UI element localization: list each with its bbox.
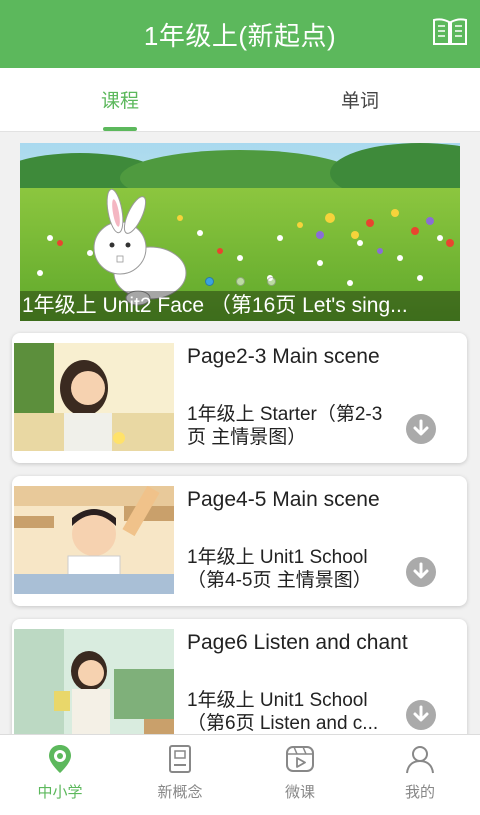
nav-item-new-concept[interactable]: 新概念 (120, 735, 240, 815)
user-icon (406, 746, 434, 774)
lesson-card[interactable]: Page6 Listen and chant 1年级上 Unit1 School… (12, 619, 467, 749)
book-icon (169, 745, 191, 773)
nav-item-micro-course[interactable]: 微课 (240, 735, 360, 815)
lesson-title: Page2-3 Main scene (187, 345, 380, 368)
lesson-subtitle: 1年级上 Unit1 School （第4-5页 主情景图） (187, 547, 372, 591)
lesson-title: Page6 Listen and chant (187, 631, 408, 654)
carousel-dot[interactable] (266, 277, 276, 286)
lesson-card[interactable]: Page2-3 Main scene 1年级上 Starter（第2-3页 主情… (12, 333, 467, 463)
lesson-subtitle: 1年级上 Unit1 School （第6页 Listen and c... (187, 690, 379, 734)
nav-label: 新概念 (157, 784, 203, 801)
carousel-dot[interactable] (204, 277, 214, 286)
book-icon[interactable] (432, 16, 468, 48)
lesson-subtitle: 1年级上 Starter（第2-3页 主情景图） (187, 404, 383, 448)
video-icon (286, 746, 314, 772)
tab-courses[interactable]: 课程 (0, 68, 240, 131)
download-icon[interactable] (405, 413, 437, 445)
nav-item-mine[interactable]: 我的 (360, 735, 480, 815)
lesson-thumbnail (14, 343, 174, 451)
location-badge-icon (49, 745, 71, 773)
carousel-dot[interactable] (235, 277, 245, 286)
carousel-indicator (20, 277, 460, 286)
download-icon[interactable] (405, 556, 437, 588)
nav-label: 我的 (404, 784, 435, 801)
download-icon[interactable] (405, 699, 437, 731)
banner-caption: 1年级上 Unit2 Face （第16页 Let's sing... (20, 291, 460, 321)
tab-bar: 课程 单词 (0, 68, 480, 132)
bottom-nav: 中小学 新概念 微课 我的 (0, 734, 480, 815)
app-header: 1年级上(新起点) (0, 0, 480, 68)
nav-label: 微课 (284, 784, 315, 801)
banner-carousel[interactable]: 1年级上 Unit2 Face （第16页 Let's sing... (20, 143, 460, 321)
nav-label: 中小学 (37, 784, 83, 801)
tab-words[interactable]: 单词 (240, 68, 480, 131)
lesson-title: Page4-5 Main scene (187, 488, 380, 511)
lesson-thumbnail (14, 486, 174, 594)
lesson-card[interactable]: Page4-5 Main scene 1年级上 Unit1 School （第4… (12, 476, 467, 606)
lesson-thumbnail (14, 629, 174, 737)
nav-item-primary-school[interactable]: 中小学 (0, 735, 120, 815)
page-title: 1年级上(新起点) (143, 20, 337, 51)
